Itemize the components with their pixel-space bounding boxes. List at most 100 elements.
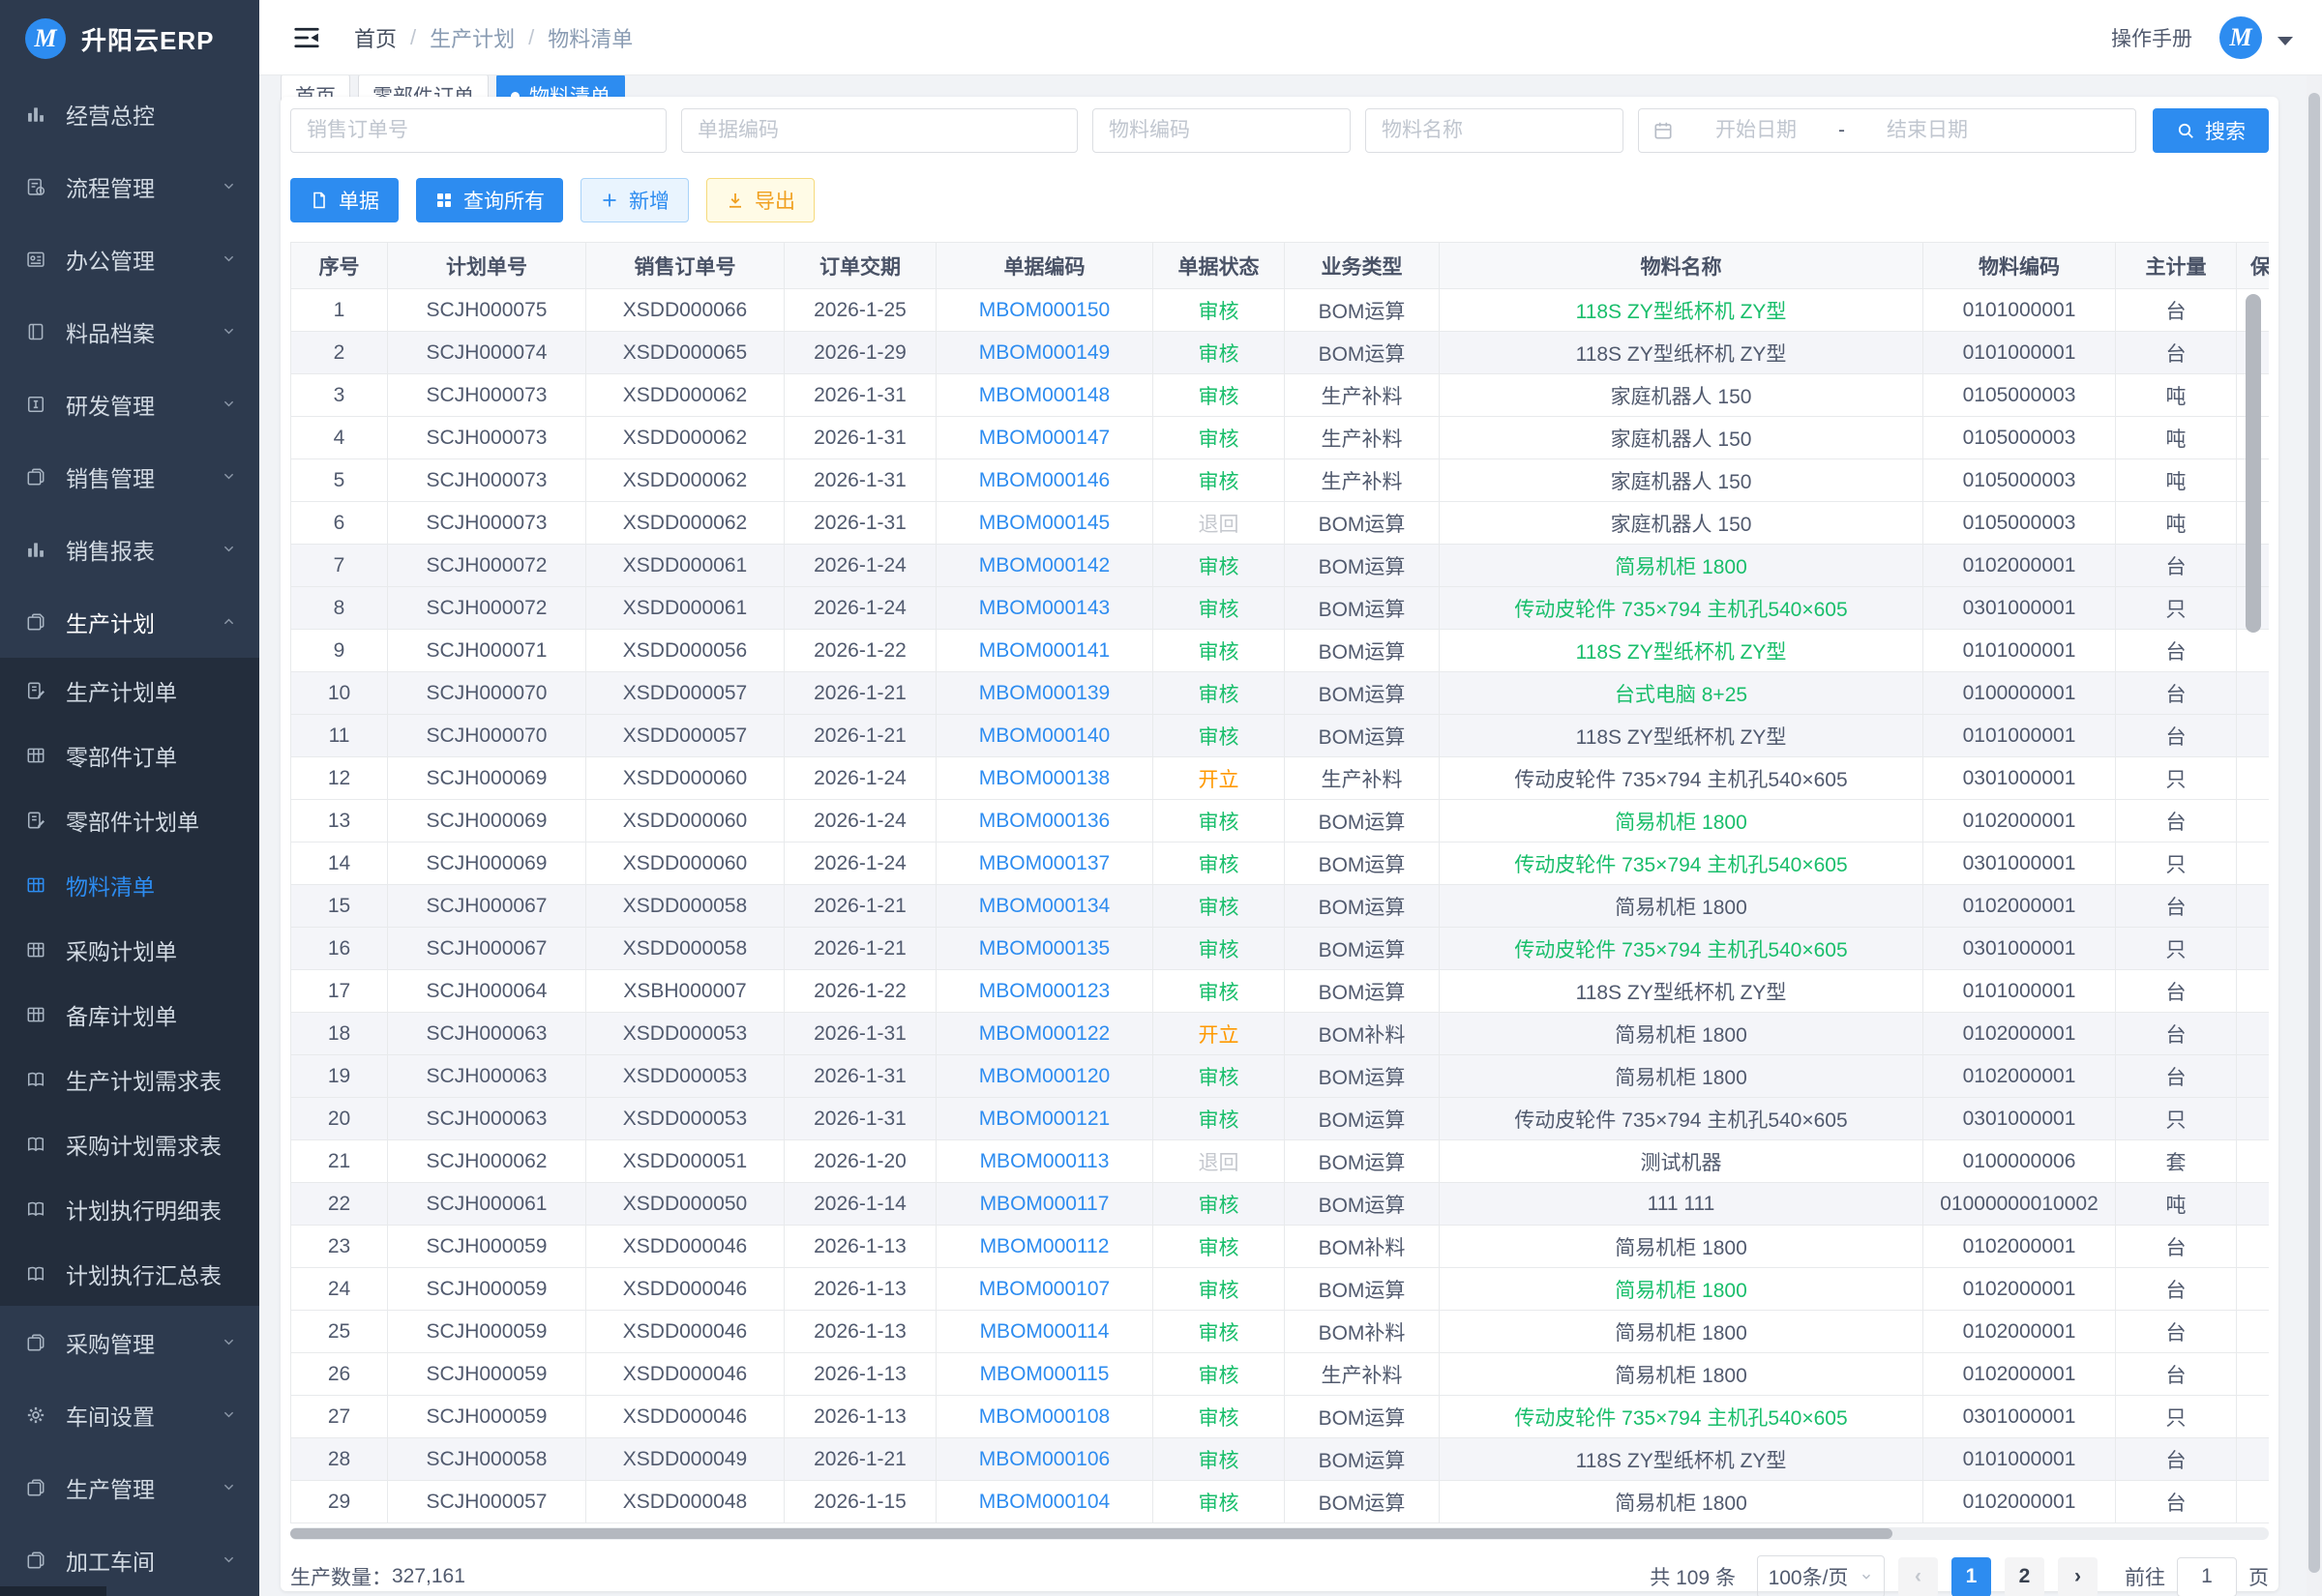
table-row[interactable]: 5 SCJH000073 XSDD000062 2026-1-31 MBOM00…	[291, 459, 2270, 502]
doc-code-link[interactable]: MBOM000115	[980, 1363, 1110, 1385]
table-row[interactable]: 6 SCJH000073 XSDD000062 2026-1-31 MBOM00…	[291, 502, 2270, 545]
collapse-sidebar-icon[interactable]	[292, 23, 321, 52]
date-range-picker[interactable]: -	[1638, 108, 2136, 153]
doc-code-link[interactable]: MBOM000141	[979, 639, 1110, 662]
avatar[interactable]: M	[2219, 16, 2262, 59]
sidebar-subitem-3[interactable]: 物料清单	[0, 852, 259, 917]
table-row[interactable]: 8 SCJH000072 XSDD000061 2026-1-24 MBOM00…	[291, 587, 2270, 630]
sidebar-item-1[interactable]: 流程管理	[0, 150, 259, 222]
doc-code-link[interactable]: MBOM000147	[979, 427, 1110, 449]
table-row[interactable]: 10 SCJH000070 XSDD000057 2026-1-21 MBOM0…	[291, 672, 2270, 715]
sidebar-subitem-4[interactable]: 采购计划单	[0, 917, 259, 982]
sidebar-subitem-0[interactable]: 生产计划单	[0, 658, 259, 723]
table-row[interactable]: 13 SCJH000069 XSDD000060 2026-1-24 MBOM0…	[291, 800, 2270, 842]
doc-code-link[interactable]: MBOM000143	[979, 597, 1110, 619]
table-row[interactable]: 2 SCJH000074 XSDD000065 2026-1-29 MBOM00…	[291, 332, 2270, 374]
table-row[interactable]: 29 SCJH000057 XSDD000048 2026-1-15 MBOM0…	[291, 1481, 2270, 1523]
doc-code-link[interactable]: MBOM000150	[979, 299, 1110, 321]
doc-code-link[interactable]: MBOM000145	[979, 512, 1110, 534]
sidebar-item-8[interactable]: 采购管理	[0, 1306, 259, 1378]
table-row[interactable]: 19 SCJH000063 XSDD000053 2026-1-31 MBOM0…	[291, 1055, 2270, 1098]
doc-code-link[interactable]: MBOM000137	[979, 852, 1110, 874]
table-row[interactable]: 15 SCJH000067 XSDD000058 2026-1-21 MBOM0…	[291, 885, 2270, 928]
page-size-select[interactable]: 100条/页	[1757, 1555, 1885, 1596]
sidebar-item-2[interactable]: 办公管理	[0, 222, 259, 295]
doc-code-link[interactable]: MBOM000112	[980, 1235, 1110, 1257]
sidebar-item-9[interactable]: 车间设置	[0, 1378, 259, 1451]
table-row[interactable]: 16 SCJH000067 XSDD000058 2026-1-21 MBOM0…	[291, 928, 2270, 970]
table-row[interactable]: 7 SCJH000072 XSDD000061 2026-1-24 MBOM00…	[291, 545, 2270, 587]
manual-link[interactable]: 操作手册	[2111, 23, 2192, 52]
doc-code-link[interactable]: MBOM000138	[979, 767, 1110, 789]
table-row[interactable]: 12 SCJH000069 XSDD000060 2026-1-24 MBOM0…	[291, 757, 2270, 800]
table-row[interactable]: 25 SCJH000059 XSDD000046 2026-1-13 MBOM0…	[291, 1311, 2270, 1353]
doc-code-link[interactable]: MBOM000146	[979, 469, 1110, 491]
doc-code-link[interactable]: MBOM000117	[980, 1193, 1110, 1215]
next-page-button[interactable]: ›	[2058, 1557, 2098, 1596]
start-date-input[interactable]	[1674, 119, 1838, 142]
breadcrumb-item-0[interactable]: 首页	[354, 22, 397, 53]
end-date-input[interactable]	[1845, 119, 2009, 142]
doc-code-link[interactable]: MBOM000113	[980, 1150, 1110, 1172]
page-button-2[interactable]: 2	[2005, 1557, 2044, 1596]
doc-code-link[interactable]: MBOM000122	[979, 1022, 1110, 1045]
doc-code-link[interactable]: MBOM000139	[979, 682, 1110, 704]
sidebar-subitem-5[interactable]: 备库计划单	[0, 982, 259, 1047]
doc-code-link[interactable]: MBOM000121	[979, 1108, 1110, 1130]
page-button-1[interactable]: 1	[1951, 1557, 1991, 1596]
doc-code-input[interactable]	[681, 108, 1078, 153]
sales-order-input[interactable]	[290, 108, 667, 153]
doc-code-link[interactable]: MBOM000136	[979, 810, 1110, 832]
goto-page-input[interactable]	[2177, 1557, 2237, 1596]
prev-page-button[interactable]: ‹	[1898, 1557, 1938, 1596]
doc-code-link[interactable]: MBOM000149	[979, 341, 1110, 364]
sidebar-item-6[interactable]: 销售报表	[0, 513, 259, 585]
sidebar-item-10[interactable]: 生产管理	[0, 1451, 259, 1523]
table-row[interactable]: 17 SCJH000064 XSBH000007 2026-1-22 MBOM0…	[291, 970, 2270, 1013]
table-row[interactable]: 1 SCJH000075 XSDD000066 2026-1-25 MBOM00…	[291, 289, 2270, 332]
doc-code-link[interactable]: MBOM000120	[979, 1065, 1110, 1087]
user-menu-caret-icon[interactable]	[2277, 37, 2293, 45]
table-row[interactable]: 22 SCJH000061 XSDD000050 2026-1-14 MBOM0…	[291, 1183, 2270, 1226]
sidebar-subitem-7[interactable]: 采购计划需求表	[0, 1111, 259, 1176]
doc-code-link[interactable]: MBOM000107	[979, 1278, 1110, 1300]
table-row[interactable]: 26 SCJH000059 XSDD000046 2026-1-13 MBOM0…	[291, 1353, 2270, 1396]
query-all-button[interactable]: 查询所有	[416, 178, 563, 222]
breadcrumb-item-1[interactable]: 生产计划	[430, 22, 515, 53]
sidebar-item-11[interactable]: 加工车间	[0, 1523, 259, 1596]
doc-code-link[interactable]: MBOM000148	[979, 384, 1110, 406]
doc-code-link[interactable]: MBOM000135	[979, 937, 1110, 960]
sidebar-subitem-9[interactable]: 计划执行汇总表	[0, 1241, 259, 1306]
doc-code-link[interactable]: MBOM000106	[979, 1448, 1110, 1470]
doc-code-link[interactable]: MBOM000134	[979, 895, 1110, 917]
sidebar-subitem-6[interactable]: 生产计划需求表	[0, 1047, 259, 1111]
sidebar-item-7[interactable]: 生产计划	[0, 585, 259, 658]
table-row[interactable]: 3 SCJH000073 XSDD000062 2026-1-31 MBOM00…	[291, 374, 2270, 417]
table-row[interactable]: 4 SCJH000073 XSDD000062 2026-1-31 MBOM00…	[291, 417, 2270, 459]
doc-code-link[interactable]: MBOM000108	[979, 1405, 1110, 1428]
sidebar-item-5[interactable]: 销售管理	[0, 440, 259, 513]
table-horizontal-scrollbar[interactable]	[290, 1528, 1892, 1539]
doc-code-link[interactable]: MBOM000114	[980, 1320, 1110, 1343]
doc-code-link[interactable]: MBOM000123	[979, 980, 1110, 1002]
sidebar-item-0[interactable]: 经营总控	[0, 77, 259, 150]
table-row[interactable]: 23 SCJH000059 XSDD000046 2026-1-13 MBOM0…	[291, 1226, 2270, 1268]
table-row[interactable]: 21 SCJH000062 XSDD000051 2026-1-20 MBOM0…	[291, 1140, 2270, 1183]
table-row[interactable]: 11 SCJH000070 XSDD000057 2026-1-21 MBOM0…	[291, 715, 2270, 757]
search-button[interactable]: 搜索	[2153, 108, 2269, 153]
sidebar-subitem-1[interactable]: 零部件订单	[0, 723, 259, 787]
table-row[interactable]: 27 SCJH000059 XSDD000046 2026-1-13 MBOM0…	[291, 1396, 2270, 1438]
table-row[interactable]: 20 SCJH000063 XSDD000053 2026-1-31 MBOM0…	[291, 1098, 2270, 1140]
doc-code-link[interactable]: MBOM000142	[979, 554, 1110, 576]
doc-code-link[interactable]: MBOM000140	[979, 724, 1110, 747]
material-name-input[interactable]	[1365, 108, 1623, 153]
doc-button[interactable]: 单据	[290, 178, 399, 222]
table-vertical-scrollbar[interactable]	[2246, 294, 2261, 633]
sidebar-subitem-2[interactable]: 零部件计划单	[0, 787, 259, 852]
page-scrollbar[interactable]	[2308, 93, 2320, 1573]
table-row[interactable]: 14 SCJH000069 XSDD000060 2026-1-24 MBOM0…	[291, 842, 2270, 885]
add-button[interactable]: 新增	[580, 178, 689, 222]
table-row[interactable]: 9 SCJH000071 XSDD000056 2026-1-22 MBOM00…	[291, 630, 2270, 672]
sidebar-item-3[interactable]: 料品档案	[0, 295, 259, 368]
table-row[interactable]: 18 SCJH000063 XSDD000053 2026-1-31 MBOM0…	[291, 1013, 2270, 1055]
